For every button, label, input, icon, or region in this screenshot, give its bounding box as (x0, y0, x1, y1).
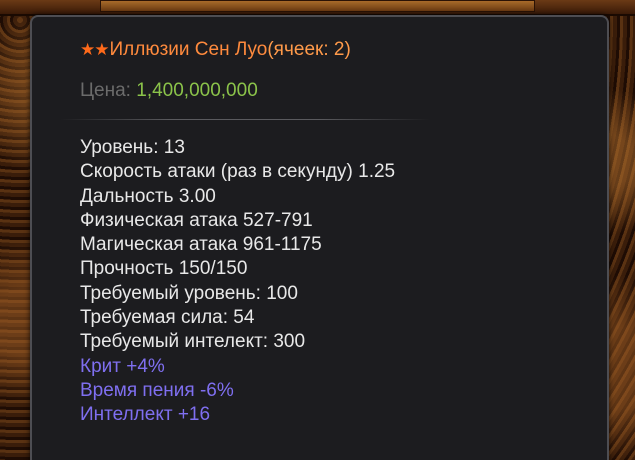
stat-durability: Прочность 150/150 (80, 258, 248, 280)
price-label: Цена: (80, 80, 131, 101)
price-value: 1,400,000,000 (136, 80, 258, 101)
stats-list: Уровень: 13 Скорость атаки (раз в секунд… (80, 136, 607, 428)
item-name: Иллюзии Сен Луо (109, 39, 268, 60)
item-title: ★★ Иллюзии Сен Луо (ячеек: 2) (80, 37, 607, 63)
star-icon: ★★ (80, 40, 110, 59)
bonus-crit: Крит +4% (80, 355, 165, 377)
stat-level: Уровень: 13 (80, 137, 185, 158)
item-tooltip: ★★ Иллюзии Сен Луо (ячеек: 2) Цена: 1,40… (30, 15, 609, 460)
bonus-intellect: Интеллект +16 (80, 404, 211, 426)
stat-attack-speed: Скорость атаки (раз в секунду) 1.25 (80, 161, 396, 183)
divider (60, 119, 430, 120)
stat-required-level: Требуемый уровень: 100 (80, 282, 298, 304)
item-slots: (ячеек: 2) (267, 39, 351, 60)
stat-magic-attack: Магическая атака 961-1175 (80, 234, 322, 256)
stat-physical-attack: Физическая атака 527-791 (80, 209, 313, 231)
frame-top-panel (100, 0, 535, 12)
stat-range: Дальность 3.00 (80, 185, 216, 207)
stat-required-intellect: Требуемый интелект: 300 (80, 331, 306, 353)
bonus-cast-time: Время пения -6% (80, 379, 234, 401)
item-price: Цена: 1,400,000,000 (80, 78, 607, 104)
stat-required-strength: Требуемая сила: 54 (80, 307, 255, 329)
